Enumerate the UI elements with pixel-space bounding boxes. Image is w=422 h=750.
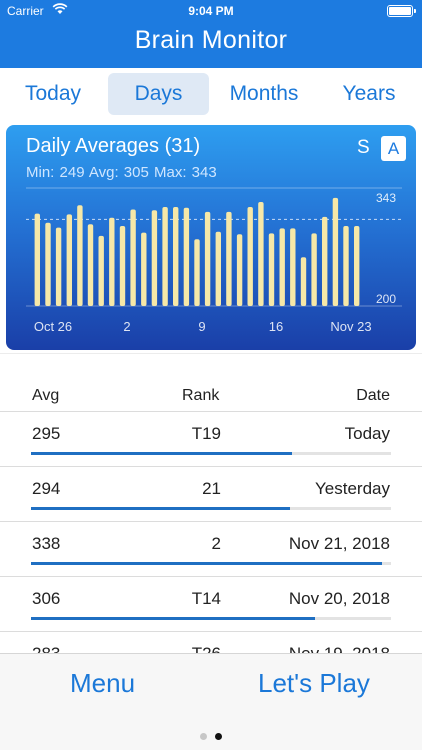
standard-toggle-button[interactable]: S	[357, 137, 370, 159]
average-toggle-button[interactable]: A	[381, 136, 406, 161]
table-row[interactable]: 294 21 Yesterday	[0, 466, 422, 521]
x-tick-label: Oct 26	[34, 319, 72, 334]
x-tick-label: Nov 23	[330, 319, 371, 334]
table-row[interactable]: 306 T14 Nov 20, 2018	[0, 576, 422, 631]
row-progress-track	[31, 452, 391, 455]
row-avg: 294	[32, 479, 61, 498]
chart-bar	[300, 257, 307, 306]
daily-averages-card: 343 200 Oct 26 2 9 16 Nov 23 Daily Averages (3…	[6, 125, 416, 350]
table-row[interactable]: 295 T19 Today	[0, 411, 422, 466]
tab-today[interactable]: Today	[10, 73, 96, 115]
tab-months[interactable]: Months	[218, 73, 310, 115]
chart-bar	[226, 211, 232, 306]
row-avg: 295	[32, 424, 61, 443]
chart-bar	[247, 207, 253, 306]
card-title: Daily Averages (31)	[26, 135, 201, 157]
chart-bar	[322, 216, 328, 306]
row-avg: 283	[32, 644, 60, 653]
chart-bar	[87, 224, 94, 306]
row-avg: 338	[32, 534, 61, 553]
chart-bar	[151, 210, 158, 306]
chart-bar	[311, 233, 317, 306]
chart-bar	[268, 233, 275, 306]
chart-bar	[162, 207, 168, 306]
tab-years[interactable]: Years	[330, 73, 408, 115]
app-header: Carrier 9:04 PM Brain Monitor	[0, 0, 422, 68]
chart-bar	[66, 214, 72, 306]
x-tick-label: 2	[123, 319, 130, 334]
chart-bar	[204, 211, 211, 306]
chart-bar	[98, 235, 104, 306]
chart-bar	[183, 207, 190, 306]
chart-bar	[77, 205, 83, 306]
daily-averages-chart: 343 200 Oct 26 2 9 16 Nov 23	[26, 187, 402, 334]
row-progress-track	[31, 562, 391, 565]
row-rank: 21	[202, 479, 221, 498]
period-tabs: Today Days Months Years	[0, 68, 422, 122]
tab-days[interactable]: Days	[108, 73, 209, 115]
row-date: Nov 21, 2018	[288, 534, 390, 553]
x-tick-label: 16	[269, 319, 283, 334]
section-divider	[0, 353, 422, 383]
chart-bar	[119, 226, 126, 306]
chart-bar	[290, 228, 296, 306]
row-progress-track	[31, 507, 391, 510]
column-rank: Rank	[182, 387, 220, 404]
table-row[interactable]: 338 2 Nov 21, 2018	[0, 521, 422, 576]
chart-bar	[279, 228, 285, 306]
page-indicator[interactable]	[0, 727, 422, 745]
chart-bar	[343, 226, 349, 306]
row-date: Nov 20, 2018	[288, 589, 390, 608]
column-date: Date	[356, 387, 390, 404]
chart-bar	[215, 231, 221, 306]
battery-icon	[387, 5, 416, 17]
card-stats: Min: 249 Avg: 305 Max: 343	[26, 164, 217, 181]
chart-bar	[109, 217, 115, 306]
row-date: Today	[344, 424, 390, 443]
footer-bar: Menu Let's Play	[0, 653, 422, 750]
column-avg: Avg	[32, 387, 60, 404]
row-progress-bar	[31, 617, 316, 620]
row-progress-track	[31, 617, 391, 620]
row-progress-bar	[31, 562, 382, 565]
chart-bar	[173, 207, 179, 306]
row-date: Yesterday	[315, 479, 390, 498]
chart-bar	[34, 213, 40, 306]
lets-play-button[interactable]: Let's Play	[258, 668, 370, 699]
clock: 9:04 PM	[188, 4, 234, 18]
results-list[interactable]: 295 T19 Today 294 21 Yesterday 338 2 Nov…	[0, 411, 422, 653]
row-date: Nov 19, 2018	[289, 644, 390, 653]
row-avg: 306	[32, 589, 61, 608]
chart-bar	[141, 232, 147, 306]
row-rank: T14	[191, 589, 221, 608]
status-bar: Carrier 9:04 PM	[0, 0, 422, 22]
table-row[interactable]: 283 T26 Nov 19, 2018	[0, 631, 422, 653]
y-tick-label: 200	[376, 292, 396, 306]
chart-bar	[332, 197, 339, 306]
chart-bar	[194, 239, 200, 306]
chart-bar	[236, 234, 243, 306]
chart-bar	[130, 209, 136, 306]
chart-bar	[258, 202, 264, 306]
page-dot-active[interactable]	[215, 733, 222, 740]
row-progress-bar	[31, 452, 292, 455]
row-rank: 2	[211, 534, 221, 553]
chart-bar	[354, 226, 360, 306]
page-dot[interactable]	[200, 733, 207, 740]
row-progress-bar	[31, 507, 291, 510]
x-tick-label: 9	[198, 319, 205, 334]
page-title: Brain Monitor	[134, 26, 288, 54]
row-rank: T19	[191, 424, 221, 443]
row-rank: T26	[192, 644, 221, 653]
chart-bar	[45, 222, 51, 306]
chart-bar	[55, 227, 62, 306]
y-tick-label: 343	[376, 191, 396, 205]
menu-button[interactable]: Menu	[70, 668, 135, 699]
table-header: Avg Rank Date	[0, 383, 422, 411]
